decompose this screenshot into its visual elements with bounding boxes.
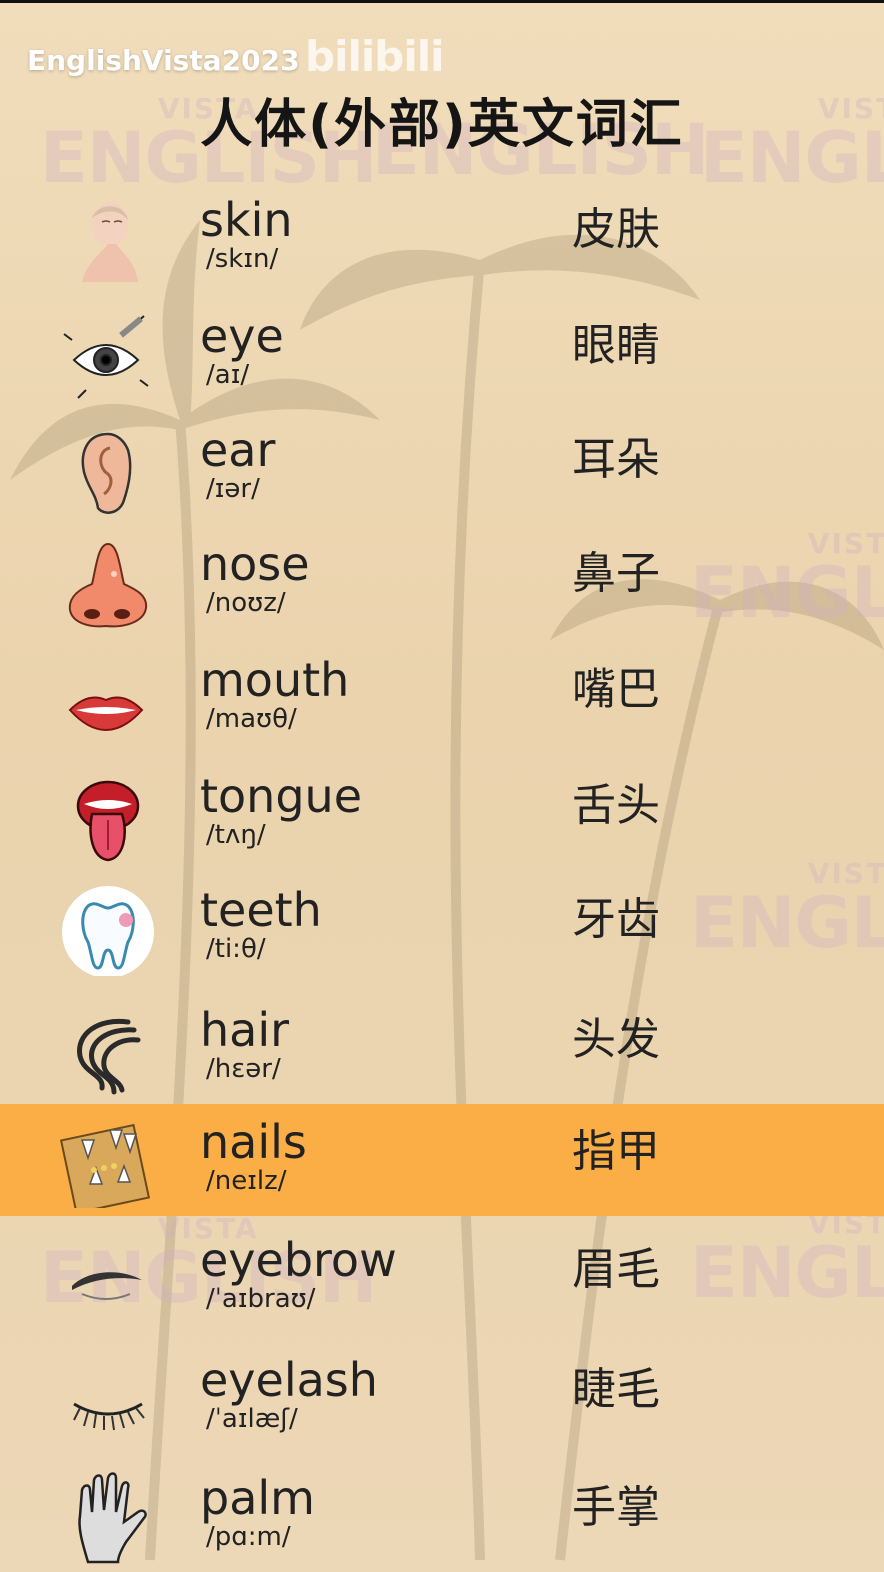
vocab-row: eye /aɪ/ 眼睛	[0, 298, 884, 410]
english-word: mouth	[200, 653, 350, 707]
english-word: palm	[200, 1471, 315, 1525]
vocab-row: mouth /maʊθ/ 嘴巴	[0, 642, 884, 754]
phonetic: /tʌŋ/	[206, 820, 266, 850]
chinese-translation: 鼻子	[572, 548, 660, 599]
vocab-row: ear /ɪər/ 耳朵	[0, 412, 884, 524]
eye-icon	[63, 315, 149, 399]
phonetic: /neɪlz/	[206, 1166, 287, 1196]
english-word: hair	[200, 1003, 290, 1057]
eyebrow-icon	[72, 1272, 142, 1300]
chinese-translation: 眉毛	[572, 1244, 660, 1295]
chinese-translation: 睫毛	[572, 1364, 660, 1415]
vocab-row: palm /pɑ:m/ 手掌	[0, 1460, 884, 1572]
vocab-row: tongue /tʌŋ/ 舌头	[0, 758, 884, 870]
vocab-row: eyebrow /ˈaɪbraʊ/ 眉毛	[0, 1222, 884, 1334]
eyelash-icon	[73, 1402, 145, 1431]
vocab-row-highlighted: nails /neɪlz/ 指甲	[0, 1104, 884, 1216]
site-watermark: bilibili	[305, 32, 445, 81]
chinese-translation: 头发	[572, 1014, 660, 1065]
english-word: eyebrow	[200, 1233, 397, 1287]
chinese-translation: 舌头	[572, 780, 660, 831]
phonetic: /skɪn/	[206, 244, 279, 274]
vocab-row: teeth /ti:θ/ 牙齿	[0, 872, 884, 984]
phonetic: /ˈaɪlæʃ/	[206, 1404, 298, 1434]
phonetic: /aɪ/	[206, 360, 250, 390]
page-title: 人体(外部)英文词汇	[200, 95, 684, 155]
vocab-row: eyelash /ˈaɪlæʃ/ 睫毛	[0, 1342, 884, 1454]
english-word: ear	[200, 423, 276, 477]
hair-icon	[77, 1018, 141, 1095]
chinese-translation: 皮肤	[572, 204, 660, 255]
phonetic: /ɪər/	[206, 474, 260, 504]
chinese-translation: 牙齿	[572, 894, 660, 945]
vocab-row: skin /skɪn/ 皮肤	[0, 182, 884, 294]
chinese-translation: 手掌	[572, 1482, 660, 1533]
vocab-row: nose /noʊz/ 鼻子	[0, 526, 884, 638]
english-word: skin	[200, 193, 293, 247]
mouth-icon	[68, 696, 144, 732]
english-word: nails	[200, 1115, 307, 1169]
english-word: teeth	[200, 883, 322, 937]
chinese-translation: 指甲	[572, 1126, 660, 1177]
english-word: eyelash	[200, 1353, 378, 1407]
phonetic: /ˈaɪbraʊ/	[206, 1284, 316, 1314]
phonetic: /pɑ:m/	[206, 1522, 291, 1552]
nails-icon	[59, 1123, 151, 1208]
vocab-row: hair /hɛər/ 头发	[0, 992, 884, 1104]
english-word: eye	[200, 309, 284, 363]
palm-hand-icon	[78, 1472, 147, 1564]
chinese-translation: 耳朵	[572, 434, 660, 485]
tongue-icon	[76, 780, 140, 862]
ear-icon	[81, 432, 132, 514]
english-word: nose	[200, 537, 310, 591]
chinese-translation: 嘴巴	[572, 664, 660, 715]
chinese-translation: 眼睛	[572, 320, 660, 371]
phonetic: /ti:θ/	[206, 934, 266, 964]
phonetic: /noʊz/	[206, 588, 286, 618]
phonetic: /hɛər/	[206, 1054, 281, 1084]
phonetic: /maʊθ/	[206, 704, 297, 734]
tooth-icon	[62, 886, 154, 976]
nose-icon	[68, 542, 148, 628]
english-word: tongue	[200, 769, 362, 823]
channel-brand: EnglishVista2023	[27, 44, 300, 77]
skin-icon	[82, 202, 138, 282]
